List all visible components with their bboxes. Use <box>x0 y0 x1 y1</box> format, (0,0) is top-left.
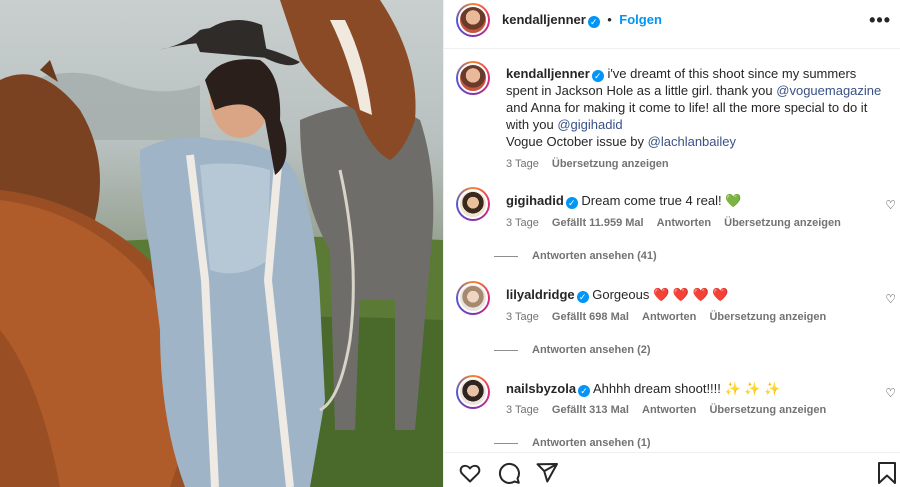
actions-divider <box>444 452 900 453</box>
follow-button[interactable]: Folgen <box>619 12 662 27</box>
post-photo-illustration <box>0 0 443 487</box>
comment-text: Ahhhh dream shoot!!!! <box>592 381 721 396</box>
header-separator: • <box>607 12 612 27</box>
replies-line <box>494 349 518 351</box>
comment-avatar[interactable] <box>456 281 490 315</box>
comment-translate-link[interactable]: Übersetzung anzeigen <box>709 311 826 323</box>
view-replies-button[interactable]: Antworten ansehen (2) <box>494 344 651 356</box>
caption-translate-link[interactable]: Übersetzung anzeigen <box>552 158 669 170</box>
comment-avatar[interactable] <box>456 187 490 221</box>
view-replies-label: Antworten ansehen (2) <box>532 344 651 356</box>
view-replies-button[interactable]: Antworten ansehen (1) <box>494 437 651 449</box>
comment-emoji: 💚 <box>725 193 742 208</box>
more-options-icon[interactable]: ••• <box>869 10 891 31</box>
replies-line <box>494 255 518 257</box>
caption-text-5: Vogue October issue by <box>506 134 645 149</box>
verified-badge-icon: ✓ <box>578 385 591 397</box>
bookmark-icon[interactable] <box>875 461 899 485</box>
comment-username[interactable]: gigihadid <box>506 193 564 208</box>
author-avatar[interactable] <box>456 3 490 37</box>
comment-like-heart-icon[interactable]: ♡ <box>885 198 896 212</box>
comment-text-line: lilyaldridge ✓ Gorgeous ❤️ ❤️ ❤️ ❤️ <box>506 286 729 303</box>
comment-emoji: ✨ ✨ ✨ <box>724 381 781 396</box>
comment-translate-link[interactable]: Übersetzung anzeigen <box>709 404 826 416</box>
comment-username[interactable]: nailsbyzola <box>506 381 576 396</box>
comment-avatar[interactable] <box>456 375 490 409</box>
comment-time[interactable]: 3 Tage <box>506 404 539 416</box>
comment-text: Gorgeous <box>592 287 650 302</box>
mention-lachlanbailey[interactable]: @lachlanbailey <box>648 134 736 149</box>
view-replies-label: Antworten ansehen (41) <box>532 250 657 262</box>
mention-gigihadid[interactable]: @gigihadid <box>557 117 622 132</box>
comment-translate-link[interactable]: Übersetzung anzeigen <box>724 217 841 229</box>
caption-time[interactable]: 3 Tage <box>506 158 539 170</box>
post-side-panel: kendalljenner ✓ • Folgen ••• kendalljenne… <box>443 0 900 487</box>
verified-badge-icon: ✓ <box>591 70 604 82</box>
post-image[interactable] <box>0 0 443 487</box>
caption-username[interactable]: kendalljenner <box>506 66 590 81</box>
comment-icon[interactable] <box>497 461 521 485</box>
comment-reply-button[interactable]: Antworten <box>642 311 696 323</box>
comment-meta: 3 Tage Gefällt 11.959 Mal Antworten Über… <box>506 217 851 229</box>
comment-meta: 3 Tage Gefällt 313 Mal Antworten Überset… <box>506 404 836 416</box>
comment-likes[interactable]: Gefällt 698 Mal <box>552 311 629 323</box>
comment-text-line: gigihadid ✓ Dream come true 4 real! 💚 <box>506 192 741 209</box>
replies-line <box>494 442 518 444</box>
caption-text-4: with you <box>506 117 554 132</box>
verified-badge-icon: ✓ <box>587 16 600 28</box>
comment-time[interactable]: 3 Tage <box>506 217 539 229</box>
author-line: kendalljenner ✓ • Folgen <box>502 11 662 29</box>
share-icon[interactable] <box>535 461 559 485</box>
header-divider <box>444 48 900 49</box>
comment-meta: 3 Tage Gefällt 698 Mal Antworten Überset… <box>506 311 836 323</box>
comment-username[interactable]: lilyaldridge <box>506 287 575 302</box>
comment-emoji: ❤️ ❤️ ❤️ ❤️ <box>652 287 729 302</box>
comment-time[interactable]: 3 Tage <box>506 311 539 323</box>
comment-text-line: nailsbyzola ✓ Ahhhh dream shoot!!!! ✨ ✨ ✨ <box>506 380 780 397</box>
comment-likes[interactable]: Gefällt 11.959 Mal <box>552 217 644 229</box>
caption: kendalljenner ✓ i've dreamt of this shoot… <box>506 65 891 173</box>
verified-badge-icon: ✓ <box>565 197 578 209</box>
view-replies-button[interactable]: Antworten ansehen (41) <box>494 250 657 262</box>
comment-reply-button[interactable]: Antworten <box>657 217 711 229</box>
caption-avatar[interactable] <box>456 61 490 95</box>
caption-text-3: and Anna for making it come to life! all… <box>506 100 868 115</box>
mention-voguemagazine[interactable]: @voguemagazine <box>776 83 881 98</box>
comment-like-heart-icon[interactable]: ♡ <box>885 386 896 400</box>
caption-text-1: i've dreamt of this shoot since my summe… <box>607 66 857 81</box>
verified-badge-icon: ✓ <box>576 291 589 303</box>
author-username[interactable]: kendalljenner <box>502 12 586 27</box>
post-header: kendalljenner ✓ • Folgen ••• <box>444 0 900 40</box>
comment-likes[interactable]: Gefällt 313 Mal <box>552 404 629 416</box>
comment-like-heart-icon[interactable]: ♡ <box>885 292 896 306</box>
comment-text: Dream come true 4 real! <box>581 193 722 208</box>
comment-reply-button[interactable]: Antworten <box>642 404 696 416</box>
caption-text-2: spent in Jackson Hole as a little girl. … <box>506 83 773 98</box>
heart-icon[interactable] <box>458 461 482 485</box>
view-replies-label: Antworten ansehen (1) <box>532 437 651 449</box>
caption-meta: 3 Tage Übersetzung anzeigen <box>506 156 891 173</box>
